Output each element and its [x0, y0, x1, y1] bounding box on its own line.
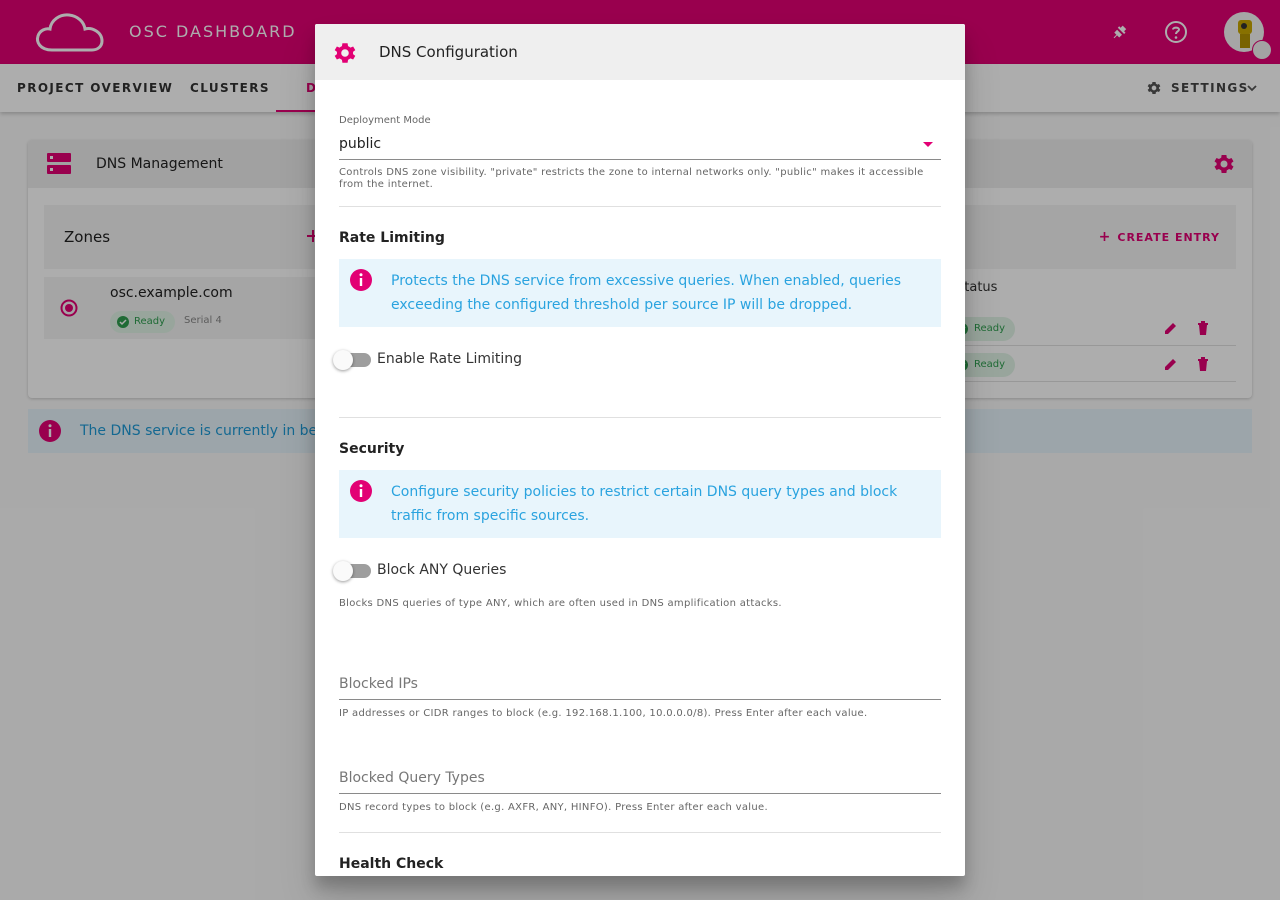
input-underline: [339, 793, 941, 794]
dialog-title: DNS Configuration: [379, 43, 518, 61]
deployment-mode-label: Deployment Mode: [339, 115, 431, 126]
security-info: Configure security policies to restrict …: [339, 470, 941, 538]
deployment-mode-value: public: [339, 136, 382, 152]
info-icon: [350, 269, 372, 291]
toggle-thumb: [333, 561, 353, 581]
blocked-ips-hint: IP addresses or CIDR ranges to block (e.…: [339, 708, 868, 719]
blocked-ips-label: Blocked IPs: [339, 676, 418, 692]
gear-icon: [334, 43, 356, 63]
select-underline: [339, 159, 941, 160]
deployment-mode-select[interactable]: public: [339, 130, 941, 160]
blocked-query-types-label: Blocked Query Types: [339, 770, 485, 786]
rate-limiting-toggle-label[interactable]: Enable Rate Limiting: [377, 351, 522, 367]
blocked-ips-field[interactable]: Blocked IPs: [339, 672, 941, 700]
info-icon: [350, 480, 372, 502]
deployment-mode-hint: Controls DNS zone visibility. "private" …: [339, 167, 924, 190]
divider: [339, 206, 941, 207]
rate-limiting-title: Rate Limiting: [339, 230, 445, 246]
dns-configuration-dialog: DNS Configuration Deployment Mode public…: [315, 24, 965, 876]
rate-limiting-info-text: Protects the DNS service from excessive …: [391, 273, 902, 313]
toggle-thumb: [333, 350, 353, 370]
divider: [339, 832, 941, 833]
block-any-toggle-label[interactable]: Block ANY Queries: [377, 562, 506, 578]
block-any-toggle[interactable]: [333, 559, 373, 581]
dialog-header: DNS Configuration: [315, 24, 965, 80]
rate-limiting-info: Protects the DNS service from excessive …: [339, 259, 941, 327]
block-any-hint: Blocks DNS queries of type ANY, which ar…: [339, 598, 782, 609]
security-info-text: Configure security policies to restrict …: [391, 484, 898, 524]
rate-limiting-toggle[interactable]: [333, 348, 373, 370]
health-check-title: Health Check: [339, 856, 444, 872]
divider: [339, 417, 941, 418]
security-title: Security: [339, 441, 405, 457]
dropdown-arrow-icon: [923, 142, 933, 147]
blocked-query-types-hint: DNS record types to block (e.g. AXFR, AN…: [339, 802, 768, 813]
blocked-query-types-field[interactable]: Blocked Query Types: [339, 766, 941, 794]
input-underline: [339, 699, 941, 700]
